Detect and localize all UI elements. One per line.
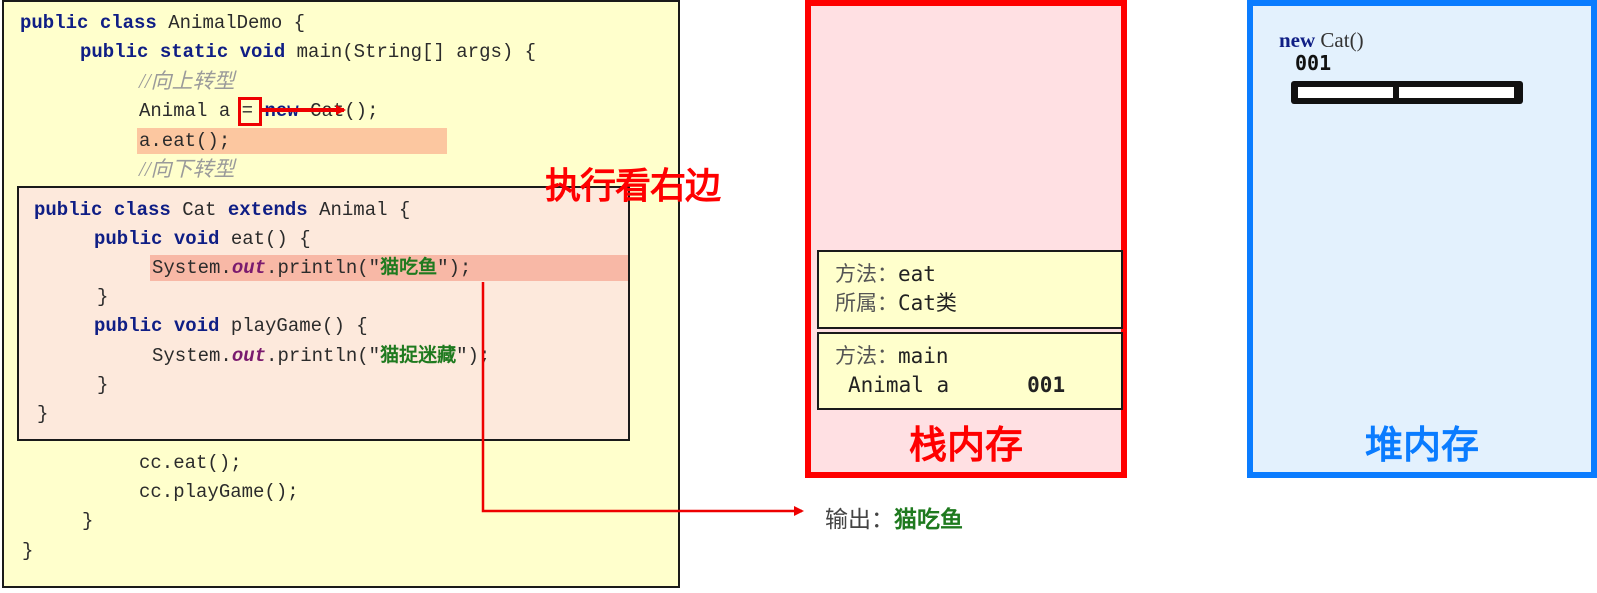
string-literal: 猫捉迷藏 — [380, 345, 457, 366]
method-label: 方法： — [835, 344, 898, 368]
owner-label: 所属： — [835, 291, 898, 315]
code-line-a-eat: a.eat(); — [139, 130, 231, 152]
heap-object-block — [1291, 81, 1523, 104]
code-text: Cat — [182, 199, 217, 221]
code-line-cc-eat: cc.eat(); — [139, 452, 242, 474]
frame-method-row: 方法：eat — [835, 260, 1121, 289]
object-type: Cat() — [1320, 28, 1364, 52]
frame-method-row: 方法：main — [835, 342, 1121, 371]
keyword-new: new — [264, 100, 299, 122]
close-brace: } — [82, 510, 94, 532]
stack-memory-title: 栈内存 — [908, 423, 1023, 467]
output-label: 输出： — [825, 507, 894, 533]
code-line-println-play: System.out.println("猫捉迷藏"); — [152, 344, 490, 368]
code-line-cc-playgame: cc.playGame(); — [139, 481, 299, 503]
code-text: main(String[] args) { — [296, 41, 537, 63]
code-out: out — [231, 257, 267, 279]
variable-a: a — [218, 100, 231, 122]
code-text: Cat(); — [298, 100, 379, 122]
code-text: System. — [152, 257, 232, 279]
code-out: out — [231, 345, 267, 367]
code-line: public class AnimalDemo { — [20, 11, 305, 35]
keyword: public void — [94, 228, 220, 250]
keyword: public static void — [80, 41, 286, 63]
code-text: "); — [437, 257, 472, 279]
heap-object-cell — [1298, 87, 1393, 98]
code-text: "); — [456, 345, 491, 367]
code-text: Animal — [139, 100, 219, 122]
code-text: playGame() { — [230, 315, 368, 337]
close-brace: } — [22, 540, 34, 562]
owner-name: Cat类 — [898, 291, 957, 315]
code-line-println-eat: System.out.println("猫吃鱼"); — [152, 256, 471, 280]
output-line: 输出：猫吃鱼 — [825, 500, 963, 534]
heap-memory-title: 堆内存 — [1364, 423, 1479, 467]
close-brace: } — [97, 286, 109, 308]
annotation-execute-right-side: 执行看右边 — [545, 166, 721, 207]
variable-a-highlight-box — [238, 97, 262, 126]
code-text: .println(" — [266, 257, 381, 279]
keyword: public class — [20, 12, 157, 34]
variable-declaration: Animal a — [848, 373, 950, 397]
frame-variable-row: Animal a 001 — [835, 371, 1121, 400]
heap-object-cell — [1399, 87, 1514, 98]
frame-owner-row: 所属：Cat类 — [835, 289, 1121, 318]
method-name: eat — [898, 262, 936, 286]
stack-memory: 方法：eat 所属：Cat类 方法：main Animal a 001 栈内存 — [805, 0, 1127, 478]
code-text: .println(" — [266, 345, 381, 367]
output-value: 猫吃鱼 — [894, 506, 963, 533]
code-text: Animal { — [319, 199, 411, 221]
heap-memory: new Cat() 001 堆内存 — [1247, 0, 1597, 478]
method-name: main — [898, 344, 949, 368]
code-text: System. — [152, 345, 232, 367]
stack-frame-main: 方法：main Animal a 001 — [817, 332, 1123, 410]
heap-object-label: new Cat() — [1279, 28, 1364, 53]
close-brace: } — [97, 374, 109, 396]
method-label: 方法： — [835, 262, 898, 286]
keyword: public void — [94, 315, 220, 337]
code-line: public class Cat extends Animal { — [34, 198, 410, 222]
code-text: AnimalDemo { — [168, 12, 306, 34]
comment-upcast: //向上转型 — [139, 69, 235, 93]
heap-object-address: 001 — [1295, 51, 1332, 75]
stack-frame-eat: 方法：eat 所属：Cat类 — [817, 250, 1123, 329]
code-text: eat() { — [230, 228, 311, 250]
string-literal: 猫吃鱼 — [380, 257, 438, 278]
code-line: public void playGame() { — [94, 314, 368, 338]
code-line: public static void main(String[] args) { — [80, 40, 536, 64]
code-line: public void eat() { — [94, 227, 311, 251]
variable-address: 001 — [1027, 373, 1066, 397]
close-brace: } — [37, 403, 49, 425]
keyword: public class — [34, 199, 171, 221]
comment-downcast: //向下转型 — [139, 157, 235, 181]
keyword: extends — [227, 199, 308, 221]
code-panel-cat-class: public class Cat extends Animal { public… — [17, 186, 630, 441]
keyword-new: new — [1279, 28, 1316, 52]
